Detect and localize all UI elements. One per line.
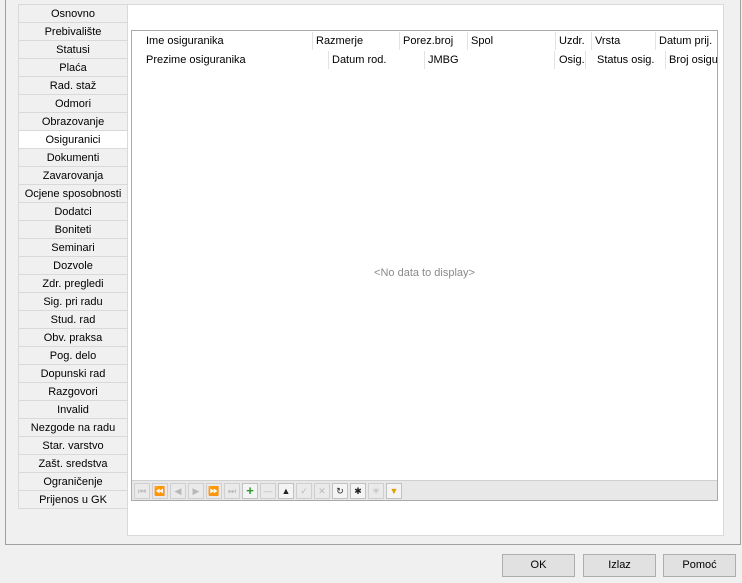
- move-up-icon[interactable]: ▲: [278, 483, 294, 499]
- grid-header-row-1: Ime osiguranika Razmerje Porez.broj Spol Uzd…: [132, 32, 717, 50]
- tab-dopunski-rad[interactable]: Dopunski rad: [18, 364, 128, 383]
- tab-dodatci[interactable]: Dodatci: [18, 202, 128, 221]
- column-header[interactable]: Datum rod.: [329, 51, 425, 69]
- column-header[interactable]: Spol: [468, 32, 556, 50]
- tab-osiguranici[interactable]: Osiguranici: [18, 130, 128, 149]
- column-header[interactable]: JMBG: [425, 51, 555, 69]
- column-header[interactable]: Broj osigu: [666, 51, 717, 69]
- tab-zašt-sredstva[interactable]: Zašt. sredstva: [18, 454, 128, 473]
- tab-razgovori[interactable]: Razgovori: [18, 382, 128, 401]
- vertical-tab-strip: Osnovno Prebivalište Statusi Plaća Rad. staž…: [18, 4, 128, 509]
- first-page-icon[interactable]: ⏮: [134, 483, 150, 499]
- cancel-icon[interactable]: ✕: [314, 483, 330, 499]
- column-header[interactable]: Razmerje: [313, 32, 400, 50]
- tab-zavarovanja[interactable]: Zavarovanja: [18, 166, 128, 185]
- tab-statusi[interactable]: Statusi: [18, 40, 128, 59]
- column-header[interactable]: Osig.: [556, 51, 586, 69]
- filter-icon[interactable]: ▼: [386, 483, 402, 499]
- tab-sig-pri-radu[interactable]: Sig. pri radu: [18, 292, 128, 311]
- tab-plaća[interactable]: Plaća: [18, 58, 128, 77]
- tab-obrazovanje[interactable]: Obrazovanje: [18, 112, 128, 131]
- tab-seminari[interactable]: Seminari: [18, 238, 128, 257]
- tab-ocjene-sposobnosti[interactable]: Ocjene sposobnosti: [18, 184, 128, 203]
- insured-persons-grid[interactable]: Ime osiguranika Razmerje Porez.broj Spol Uzd…: [131, 30, 718, 501]
- tab-invalid[interactable]: Invalid: [18, 400, 128, 419]
- tab-star-varstvo[interactable]: Star. varstvo: [18, 436, 128, 455]
- column-header[interactable]: Prezime osiguranika: [143, 51, 329, 69]
- next-record-icon[interactable]: ▶: [188, 483, 204, 499]
- asterisk-icon[interactable]: ✱: [350, 483, 366, 499]
- insert-icon[interactable]: +: [242, 483, 258, 499]
- grid-header-row-2: Prezime osiguranika Datum rod. JMBG Osig. St…: [132, 51, 717, 69]
- column-header[interactable]: Porez.broj: [400, 32, 468, 50]
- column-header[interactable]: Uzdr.: [556, 32, 592, 50]
- tab-boniteti[interactable]: Boniteti: [18, 220, 128, 239]
- tab-dozvole[interactable]: Dozvole: [18, 256, 128, 275]
- help-button[interactable]: Pomoć: [663, 554, 736, 577]
- tab-obv-praksa[interactable]: Obv. praksa: [18, 328, 128, 347]
- tab-nezgode-na-radu[interactable]: Nezgode na radu: [18, 418, 128, 437]
- tab-osnovno[interactable]: Osnovno: [18, 4, 128, 23]
- column-header[interactable]: Vrsta: [592, 32, 656, 50]
- star-icon[interactable]: ✳: [368, 483, 384, 499]
- last-page-icon[interactable]: ⏭: [224, 483, 240, 499]
- refresh-icon[interactable]: ↻: [332, 483, 348, 499]
- exit-button[interactable]: Izlaz: [583, 554, 656, 577]
- tab-prijenos-u-gk[interactable]: Prijenos u GK: [18, 490, 128, 509]
- tab-zdr-pregledi[interactable]: Zdr. pregledi: [18, 274, 128, 293]
- column-header[interactable]: Status osig.: [594, 51, 666, 69]
- tab-dokumenti[interactable]: Dokumenti: [18, 148, 128, 167]
- prev-page-icon[interactable]: ⏪: [152, 483, 168, 499]
- empty-grid-message: <No data to display>: [374, 267, 475, 279]
- edit-icon[interactable]: ✓: [296, 483, 312, 499]
- tab-rad-staž[interactable]: Rad. staž: [18, 76, 128, 95]
- tab-ograničenje[interactable]: Ograničenje: [18, 472, 128, 491]
- tab-stud-rad[interactable]: Stud. rad: [18, 310, 128, 329]
- column-header[interactable]: Ime osiguranika: [143, 32, 313, 50]
- column-header[interactable]: Datum prij.: [656, 32, 717, 50]
- prev-record-icon[interactable]: ◀: [170, 483, 186, 499]
- next-page-icon[interactable]: ⏩: [206, 483, 222, 499]
- ok-button[interactable]: OK: [502, 554, 575, 577]
- tab-pog-delo[interactable]: Pog. delo: [18, 346, 128, 365]
- delete-icon[interactable]: —: [260, 483, 276, 499]
- record-navigator: ⏮ ⏪ ◀ ▶ ⏩ ⏭ + — ▲ ✓ ✕ ↻ ✱ ✳ ▼: [132, 480, 717, 500]
- tab-prebivalište[interactable]: Prebivalište: [18, 22, 128, 41]
- tab-odmori[interactable]: Odmori: [18, 94, 128, 113]
